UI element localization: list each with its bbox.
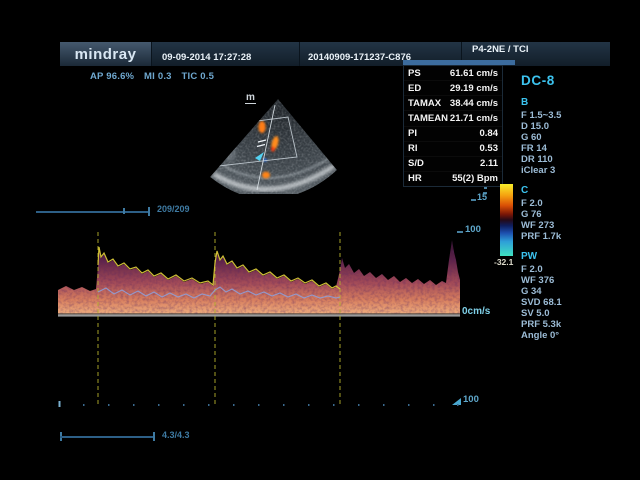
baseline-velocity-label: 0cm/s <box>462 306 490 317</box>
param-item: FR 14 <box>521 143 636 154</box>
result-row: RI 0.53 <box>404 142 502 157</box>
result-row: TAMAX 38.44 cm/s <box>404 96 502 111</box>
param-item: F 1.5~3.5 <box>521 110 636 121</box>
parameter-sidebar: DC-8 B F 1.5~3.5 D 15.0 G 60 FR 14 DR 11… <box>521 73 636 341</box>
doppler-noise <box>58 230 460 408</box>
spectral-doppler-display <box>58 230 460 408</box>
result-label: HR <box>408 173 422 184</box>
param-item: Angle 0° <box>521 330 636 341</box>
result-row: ED 29.19 cm/s <box>404 81 502 96</box>
cine-frame-counter: 209/209 <box>157 204 190 214</box>
param-item: PRF 1.7k <box>521 231 636 242</box>
brand-logo-text: mindray <box>75 46 137 63</box>
bmode-image <box>200 82 340 194</box>
sweep-bar-track <box>60 436 155 438</box>
ap-value: AP 96.6% <box>90 71 134 82</box>
param-item: WF 376 <box>521 275 636 286</box>
depth-tick <box>471 199 476 201</box>
baseline-shadow <box>58 313 460 314</box>
cine-progress-track <box>36 211 150 213</box>
system-model-label: DC-8 <box>521 73 636 88</box>
section-c-label: C <box>521 185 636 198</box>
mi-value: MI 0.3 <box>144 71 172 82</box>
result-label: RI <box>408 143 418 154</box>
section-b-label: B <box>521 97 636 110</box>
result-row: PI 0.84 <box>404 127 502 142</box>
color-param-section: C F 2.0 G 76 WF 273 PRF 1.7k <box>521 185 636 242</box>
result-label: PI <box>408 128 417 139</box>
result-value: 0.84 <box>480 128 499 139</box>
result-value: 0.53 <box>480 143 499 154</box>
bmode-param-section: B F 1.5~3.5 D 15.0 G 60 FR 14 DR 110 iCl… <box>521 97 636 176</box>
color-scale-min-label: -32.1 <box>494 257 513 267</box>
param-item: SVD 68.1 <box>521 297 636 308</box>
param-item: PRF 5.3k <box>521 319 636 330</box>
brand-logo: mindray <box>60 42 152 66</box>
param-item: F 2.0 <box>521 198 636 209</box>
result-label: TAMAX <box>408 98 441 109</box>
param-item: G 60 <box>521 132 636 143</box>
datetime: 09-09-2014 17:27:28 <box>152 42 300 66</box>
param-item: DR 110 <box>521 154 636 165</box>
sweep-bar-end <box>153 432 155 441</box>
acoustic-output-status: AP 96.6% MI 0.3 TIC 0.5 <box>90 71 221 82</box>
result-value: 2.11 <box>480 158 498 169</box>
result-value: 55(2) Bpm <box>452 173 498 184</box>
depth-scale-label: 15 <box>477 192 487 202</box>
result-row: S/D 2.11 <box>404 157 502 172</box>
baseline-line <box>58 314 460 316</box>
datetime-text: 09-09-2014 17:27:28 <box>162 52 251 63</box>
result-value: 61.61 cm/s <box>450 68 498 79</box>
result-row: TAMEAN 21.71 cm/s <box>404 111 502 126</box>
ultrasound-screen: mindray 09-09-2014 17:27:28 20140909-171… <box>0 0 640 480</box>
result-label: S/D <box>408 158 424 169</box>
result-value: 29.19 cm/s <box>450 83 498 94</box>
sweep-time-bar <box>60 431 220 443</box>
param-item: WF 273 <box>521 220 636 231</box>
color-doppler-scale-bar <box>500 184 513 256</box>
result-row: HR 55(2) Bpm <box>404 172 502 186</box>
cine-progress-end <box>148 207 150 216</box>
section-pw-label: PW <box>521 251 636 264</box>
exam-id-text: 20140909-171237-C876 <box>308 52 411 63</box>
velocity-scale-top-label: 100 <box>465 224 481 235</box>
result-value: 21.71 cm/s <box>450 113 498 124</box>
probe-preset-text: P4-2NE / TCI <box>472 44 529 55</box>
measurement-results-panel: PS 61.61 cm/s ED 29.19 cm/s TAMAX 38.44 … <box>403 65 503 187</box>
result-value: 38.44 cm/s <box>450 98 498 109</box>
param-item: G 34 <box>521 286 636 297</box>
top-bar: mindray 09-09-2014 17:27:28 20140909-171… <box>60 42 610 66</box>
param-item: G 76 <box>521 209 636 220</box>
param-item: D 15.0 <box>521 121 636 132</box>
depth-tick <box>484 187 487 189</box>
result-label: PS <box>408 68 421 79</box>
cine-progress-marker[interactable] <box>123 208 125 214</box>
param-item: iClear 3 <box>521 165 636 176</box>
pw-param-section: PW F 2.0 WF 376 G 34 SVD 68.1 SV 5.0 PRF… <box>521 251 636 341</box>
result-row: PS 61.61 cm/s <box>404 66 502 81</box>
result-label: ED <box>408 83 421 94</box>
tic-value: TIC 0.5 <box>182 71 215 82</box>
velocity-scale-bottom-label: 100 <box>463 394 479 405</box>
result-label: TAMEAN <box>408 113 448 124</box>
param-item: F 2.0 <box>521 264 636 275</box>
param-item: SV 5.0 <box>521 308 636 319</box>
sweep-time-label: 4.3/4.3 <box>162 430 190 440</box>
